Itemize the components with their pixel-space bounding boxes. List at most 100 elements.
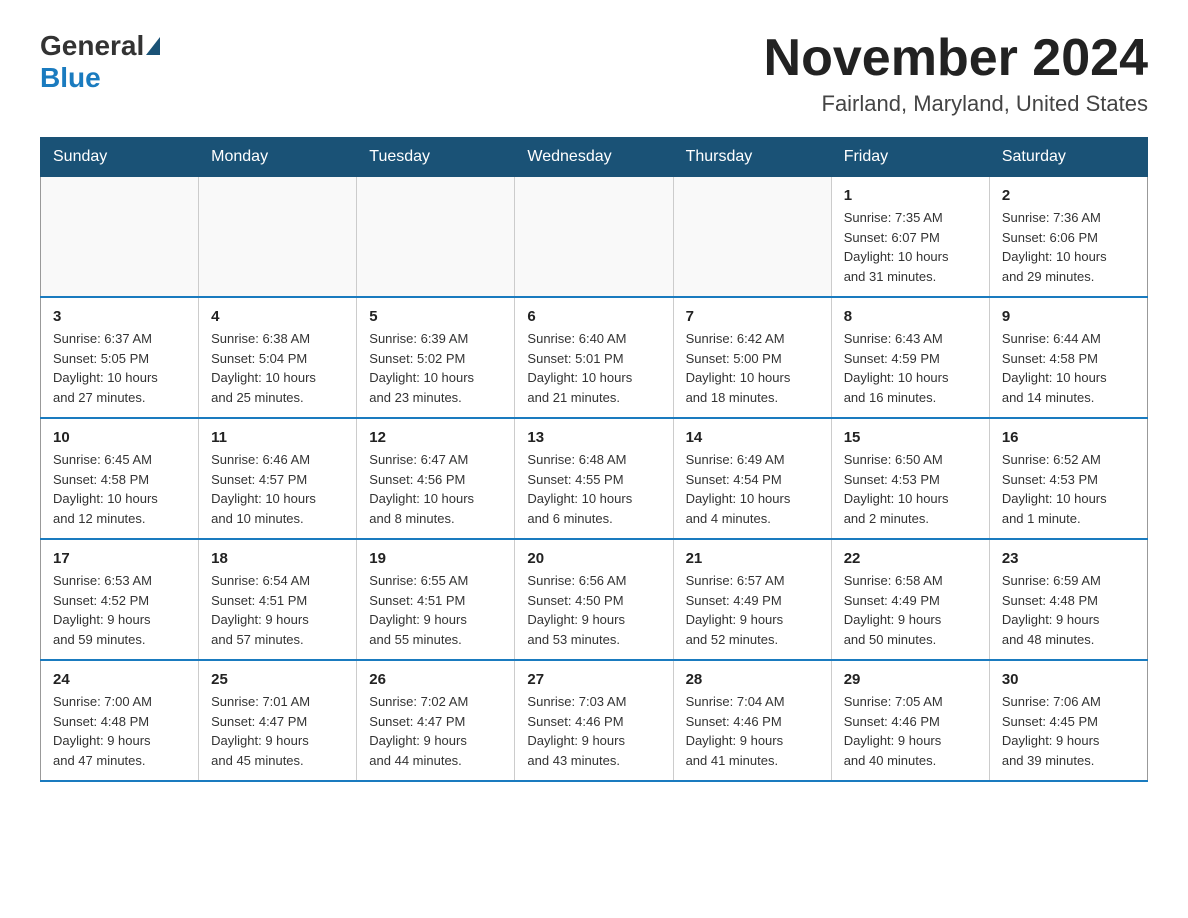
day-number: 2 [1002, 187, 1135, 204]
day-info: Sunrise: 7:01 AMSunset: 4:47 PMDaylight:… [211, 692, 344, 770]
logo: General Blue [40, 30, 160, 94]
day-number: 18 [211, 550, 344, 567]
calendar-week-row: 10 Sunrise: 6:45 AMSunset: 4:58 PMDayligh… [41, 418, 1148, 539]
day-info: Sunrise: 6:45 AMSunset: 4:58 PMDaylight:… [53, 450, 186, 528]
calendar-cell: 9Sunrise: 6:44 AMSunset: 4:58 PMDaylight… [989, 297, 1147, 418]
day-number: 22 [844, 550, 977, 567]
day-number: 19 [369, 550, 502, 567]
calendar-cell: 8 Sunrise: 6:43 AMSunset: 4:59 PMDaylight… [831, 297, 989, 418]
calendar-cell: 22Sunrise: 6:58 AMSunset: 4:49 PMDayligh… [831, 539, 989, 660]
calendar-cell [515, 177, 673, 298]
day-number: 23 [1002, 550, 1135, 567]
day-info: Sunrise: 6:42 AMSunset: 5:00 PMDaylight:… [686, 329, 819, 407]
calendar-cell: 18 Sunrise: 6:54 AMSunset: 4:51 PMDayligh… [199, 539, 357, 660]
title-area: November 2024 Fairland, Maryland, United… [764, 30, 1148, 117]
day-info: Sunrise: 7:04 AMSunset: 4:46 PMDaylight:… [686, 692, 819, 770]
logo-blue-text: Blue [40, 62, 101, 94]
day-info: Sunrise: 6:54 AMSunset: 4:51 PMDaylight:… [211, 571, 344, 649]
weekday-header: Monday [199, 138, 357, 177]
day-number: 1 [844, 187, 977, 204]
calendar-cell [673, 177, 831, 298]
day-info: Sunrise: 7:03 AMSunset: 4:46 PMDaylight:… [527, 692, 660, 770]
day-number: 26 [369, 671, 502, 688]
calendar-cell: 2 Sunrise: 7:36 AMSunset: 6:06 PMDaylight… [989, 177, 1147, 298]
day-number: 15 [844, 429, 977, 446]
calendar-cell: 16 Sunrise: 6:52 AMSunset: 4:53 PMDayligh… [989, 418, 1147, 539]
day-info: Sunrise: 7:02 AMSunset: 4:47 PMDaylight:… [369, 692, 502, 770]
day-number: 5 [369, 308, 502, 325]
day-number: 10 [53, 429, 186, 446]
calendar-cell: 30Sunrise: 7:06 AMSunset: 4:45 PMDayligh… [989, 660, 1147, 781]
day-info: Sunrise: 6:59 AMSunset: 4:48 PMDaylight:… [1002, 571, 1135, 649]
day-info: Sunrise: 6:48 AMSunset: 4:55 PMDaylight:… [527, 450, 660, 528]
weekday-header-row: SundayMondayTuesdayWednesdayThursdayFrid… [41, 138, 1148, 177]
day-info: Sunrise: 6:39 AMSunset: 5:02 PMDaylight:… [369, 329, 502, 407]
day-info: Sunrise: 6:46 AMSunset: 4:57 PMDaylight:… [211, 450, 344, 528]
day-info: Sunrise: 6:43 AMSunset: 4:59 PMDaylight:… [844, 329, 977, 407]
weekday-header: Sunday [41, 138, 199, 177]
logo-arrow-icon [146, 37, 160, 55]
calendar-cell: 12 Sunrise: 6:47 AMSunset: 4:56 PMDayligh… [357, 418, 515, 539]
calendar-cell: 27 Sunrise: 7:03 AMSunset: 4:46 PMDayligh… [515, 660, 673, 781]
day-info: Sunrise: 6:50 AMSunset: 4:53 PMDaylight:… [844, 450, 977, 528]
day-number: 20 [527, 550, 660, 567]
day-info: Sunrise: 6:57 AMSunset: 4:49 PMDaylight:… [686, 571, 819, 649]
day-number: 25 [211, 671, 344, 688]
calendar-cell: 26 Sunrise: 7:02 AMSunset: 4:47 PMDayligh… [357, 660, 515, 781]
calendar-cell: 13 Sunrise: 6:48 AMSunset: 4:55 PMDayligh… [515, 418, 673, 539]
calendar-cell: 29Sunrise: 7:05 AMSunset: 4:46 PMDayligh… [831, 660, 989, 781]
day-number: 6 [527, 308, 660, 325]
day-number: 21 [686, 550, 819, 567]
day-number: 27 [527, 671, 660, 688]
logo-general-text: General [40, 30, 144, 62]
day-info: Sunrise: 6:40 AMSunset: 5:01 PMDaylight:… [527, 329, 660, 407]
day-number: 17 [53, 550, 186, 567]
day-number: 16 [1002, 429, 1135, 446]
calendar-cell: 1 Sunrise: 7:35 AMSunset: 6:07 PMDaylight… [831, 177, 989, 298]
day-info: Sunrise: 6:55 AMSunset: 4:51 PMDaylight:… [369, 571, 502, 649]
calendar-cell: 11 Sunrise: 6:46 AMSunset: 4:57 PMDayligh… [199, 418, 357, 539]
calendar-cell: 20 Sunrise: 6:56 AMSunset: 4:50 PMDayligh… [515, 539, 673, 660]
day-info: Sunrise: 6:56 AMSunset: 4:50 PMDaylight:… [527, 571, 660, 649]
calendar-week-row: 17 Sunrise: 6:53 AMSunset: 4:52 PMDayligh… [41, 539, 1148, 660]
calendar-cell [357, 177, 515, 298]
calendar-cell: 10 Sunrise: 6:45 AMSunset: 4:58 PMDayligh… [41, 418, 199, 539]
day-number: 3 [53, 308, 186, 325]
day-number: 11 [211, 429, 344, 446]
calendar-cell: 24Sunrise: 7:00 AMSunset: 4:48 PMDayligh… [41, 660, 199, 781]
day-info: Sunrise: 7:06 AMSunset: 4:45 PMDaylight:… [1002, 692, 1135, 770]
calendar-table: SundayMondayTuesdayWednesdayThursdayFrid… [40, 137, 1148, 782]
day-number: 12 [369, 429, 502, 446]
day-info: Sunrise: 6:38 AMSunset: 5:04 PMDaylight:… [211, 329, 344, 407]
location-title: Fairland, Maryland, United States [764, 91, 1148, 117]
calendar-week-row: 3Sunrise: 6:37 AMSunset: 5:05 PMDaylight… [41, 297, 1148, 418]
day-info: Sunrise: 6:49 AMSunset: 4:54 PMDaylight:… [686, 450, 819, 528]
day-info: Sunrise: 7:35 AMSunset: 6:07 PMDaylight:… [844, 208, 977, 286]
day-number: 14 [686, 429, 819, 446]
day-info: Sunrise: 6:47 AMSunset: 4:56 PMDaylight:… [369, 450, 502, 528]
calendar-week-row: 1 Sunrise: 7:35 AMSunset: 6:07 PMDaylight… [41, 177, 1148, 298]
calendar-cell: 19 Sunrise: 6:55 AMSunset: 4:51 PMDayligh… [357, 539, 515, 660]
calendar-cell: 3Sunrise: 6:37 AMSunset: 5:05 PMDaylight… [41, 297, 199, 418]
calendar-cell: 28Sunrise: 7:04 AMSunset: 4:46 PMDayligh… [673, 660, 831, 781]
weekday-header: Tuesday [357, 138, 515, 177]
day-number: 9 [1002, 308, 1135, 325]
weekday-header: Wednesday [515, 138, 673, 177]
day-number: 7 [686, 308, 819, 325]
calendar-cell: 21 Sunrise: 6:57 AMSunset: 4:49 PMDayligh… [673, 539, 831, 660]
header: General Blue November 2024 Fairland, Mar… [40, 30, 1148, 117]
calendar-cell: 23 Sunrise: 6:59 AMSunset: 4:48 PMDayligh… [989, 539, 1147, 660]
calendar-cell: 7 Sunrise: 6:42 AMSunset: 5:00 PMDaylight… [673, 297, 831, 418]
day-info: Sunrise: 7:36 AMSunset: 6:06 PMDaylight:… [1002, 208, 1135, 286]
logo-blue-block [144, 37, 160, 55]
day-number: 29 [844, 671, 977, 688]
calendar-cell: 4Sunrise: 6:38 AMSunset: 5:04 PMDaylight… [199, 297, 357, 418]
day-info: Sunrise: 6:53 AMSunset: 4:52 PMDaylight:… [53, 571, 186, 649]
weekday-header: Saturday [989, 138, 1147, 177]
day-info: Sunrise: 7:00 AMSunset: 4:48 PMDaylight:… [53, 692, 186, 770]
calendar-cell: 5 Sunrise: 6:39 AMSunset: 5:02 PMDaylight… [357, 297, 515, 418]
day-number: 8 [844, 308, 977, 325]
calendar-cell [199, 177, 357, 298]
day-info: Sunrise: 6:52 AMSunset: 4:53 PMDaylight:… [1002, 450, 1135, 528]
day-number: 13 [527, 429, 660, 446]
